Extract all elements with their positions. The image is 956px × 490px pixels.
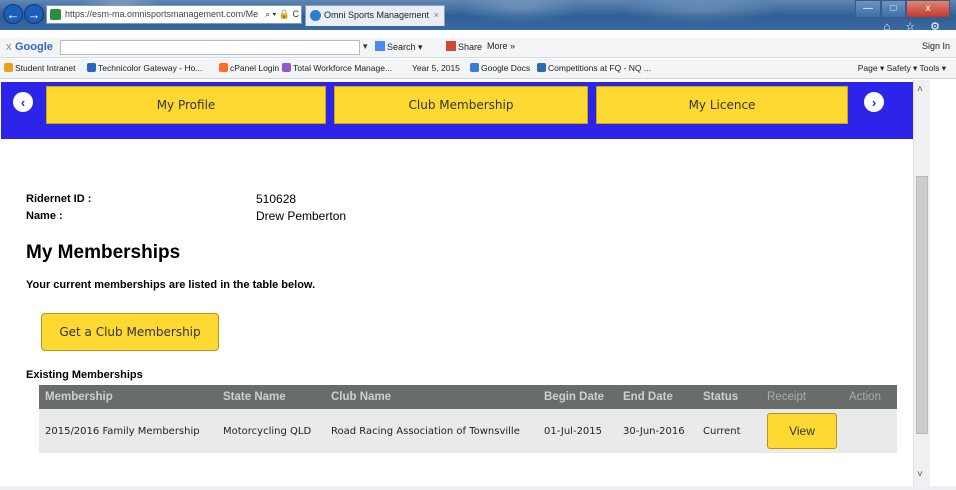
address-controls[interactable]: ⌕ ▾ 🔒 C bbox=[265, 6, 299, 23]
cpanel-icon bbox=[219, 63, 228, 72]
ridernet-id-label: Ridernet ID : bbox=[26, 193, 92, 205]
favorites-star-icon bbox=[4, 63, 13, 72]
col-action: Action bbox=[843, 385, 897, 409]
name-label: Name : bbox=[26, 210, 63, 222]
favorite-cpanel[interactable]: cPanel Login bbox=[219, 63, 279, 73]
chevron-right-icon[interactable]: › bbox=[864, 92, 884, 112]
favorites-bar: Student Intranet Technicolor Gateway - H… bbox=[0, 59, 956, 79]
browser-tab[interactable]: Omni Sports Management × bbox=[305, 5, 445, 26]
vertical-scrollbar[interactable]: ˄ ˅ bbox=[913, 80, 930, 486]
competitions-icon bbox=[537, 63, 546, 72]
google-search-button[interactable]: Search ▾ bbox=[375, 41, 423, 53]
ie-tab-icon bbox=[310, 10, 321, 21]
google-toolbar: x Google ▾ Search ▾ Share More » Sign In bbox=[0, 38, 956, 58]
maximize-button[interactable]: □ bbox=[881, 0, 906, 18]
command-bar[interactable]: Page ▾ Safety ▾ Tools ▾ bbox=[858, 63, 946, 74]
table-header-row: Membership State Name Club Name Begin Da… bbox=[39, 385, 897, 409]
favorite-technicolor[interactable]: Technicolor Gateway - Ho... bbox=[87, 63, 202, 73]
nav-my-licence-button[interactable]: My Licence bbox=[596, 86, 848, 124]
workforce-icon bbox=[282, 63, 291, 72]
address-url: https://esm-ma.omnisportsmanagement.com/… bbox=[65, 9, 259, 19]
minimize-button[interactable]: — bbox=[855, 0, 881, 18]
page-title: My Memberships bbox=[26, 242, 181, 263]
google-search-dropdown-icon[interactable]: ▾ bbox=[363, 41, 368, 52]
address-bar[interactable]: https://esm-ma.omnisportsmanagement.com/… bbox=[46, 5, 302, 24]
google-signin-button[interactable]: Sign In bbox=[922, 41, 950, 51]
google-search-icon bbox=[375, 41, 385, 51]
favorite-year5[interactable]: Year 5, 2015 bbox=[412, 63, 460, 73]
google-docs-icon bbox=[470, 63, 479, 72]
back-button[interactable]: ← bbox=[3, 4, 23, 24]
google-logo-text: Google bbox=[15, 41, 53, 53]
cell-end-date: 30-Jun-2016 bbox=[617, 409, 697, 453]
favorite-google-docs[interactable]: Google Docs bbox=[470, 63, 530, 73]
cell-state: Motorcycling QLD bbox=[217, 409, 325, 453]
favorite-label: cPanel Login bbox=[230, 63, 280, 73]
tab-close-icon[interactable]: × bbox=[434, 6, 439, 25]
cell-club: Road Racing Association of Townsville bbox=[325, 409, 538, 453]
bottom-border bbox=[0, 486, 956, 490]
favorite-label: Technicolor Gateway - Ho... bbox=[98, 63, 203, 73]
favorite-label: Student Intranet bbox=[15, 63, 76, 73]
existing-memberships-heading: Existing Memberships bbox=[26, 369, 143, 381]
google-share-label: Share bbox=[458, 42, 483, 52]
browser-titlebar: ← → https://esm-ma.omnisportsmanagement.… bbox=[0, 0, 956, 33]
tab-title: Omni Sports Management bbox=[324, 10, 430, 20]
google-share-button[interactable]: Share bbox=[446, 41, 482, 52]
close-window-button[interactable]: x bbox=[906, 0, 950, 18]
intro-text: Your current memberships are listed in t… bbox=[26, 279, 316, 291]
col-begin-date: Begin Date bbox=[538, 385, 617, 409]
cell-begin-date: 01-Jul-2015 bbox=[538, 409, 617, 453]
home-favorites-settings-icons[interactable]: ⌂ ☆ ⚙ bbox=[884, 20, 946, 33]
name-value: Drew Pemberton bbox=[256, 209, 347, 223]
nav-my-profile-button[interactable]: My Profile bbox=[46, 86, 326, 124]
favorite-student-intranet[interactable]: Student Intranet bbox=[4, 63, 76, 73]
scroll-up-icon[interactable]: ˄ bbox=[917, 84, 923, 95]
google-search-label: Search bbox=[387, 42, 416, 52]
google-search-input[interactable] bbox=[60, 40, 360, 55]
technicolor-icon bbox=[87, 63, 96, 72]
col-state-name: State Name bbox=[217, 385, 325, 409]
share-icon bbox=[446, 41, 456, 51]
get-club-membership-button[interactable]: Get a Club Membership bbox=[41, 313, 219, 351]
col-membership: Membership bbox=[39, 385, 217, 409]
favorite-label: Competitions at FQ - NQ ... bbox=[548, 63, 651, 73]
favorite-competitions[interactable]: Competitions at FQ - NQ ... bbox=[537, 63, 651, 73]
main-content: Ridernet ID : 510628 Name : Drew Pembert… bbox=[1, 139, 913, 488]
favorite-label: Google Docs bbox=[481, 63, 531, 73]
cell-membership: 2015/2016 Family Membership bbox=[39, 409, 217, 453]
favorite-label: Total Workforce Manage... bbox=[293, 63, 393, 73]
cell-status: Current bbox=[697, 409, 761, 453]
col-end-date: End Date bbox=[617, 385, 697, 409]
col-club-name: Club Name bbox=[325, 385, 538, 409]
favorite-label: Year 5, 2015 bbox=[412, 63, 460, 73]
top-nav-band: ‹ My Profile Club Membership My Licence … bbox=[1, 82, 913, 139]
cell-action bbox=[843, 409, 897, 453]
scroll-down-icon[interactable]: ˅ bbox=[917, 469, 923, 480]
google-more-button[interactable]: More » bbox=[487, 41, 515, 51]
favorite-total-workforce[interactable]: Total Workforce Manage... bbox=[282, 63, 392, 73]
nav-club-membership-button[interactable]: Club Membership bbox=[334, 86, 588, 124]
ridernet-id-value: 510628 bbox=[256, 192, 297, 206]
col-status: Status bbox=[697, 385, 761, 409]
cell-receipt: View bbox=[761, 409, 843, 453]
window-controls: — □ x bbox=[855, 0, 950, 18]
view-receipt-button[interactable]: View bbox=[767, 413, 837, 449]
col-receipt: Receipt bbox=[761, 385, 843, 409]
google-logo: Google bbox=[15, 41, 53, 53]
web-page: ‹ My Profile Club Membership My Licence … bbox=[1, 82, 913, 488]
scrollbar-thumb[interactable] bbox=[916, 176, 928, 434]
table-row: 2015/2016 Family Membership Motorcycling… bbox=[39, 409, 897, 453]
google-toolbar-close-icon[interactable]: x bbox=[6, 41, 12, 53]
site-favicon-icon bbox=[50, 9, 61, 20]
memberships-table: Membership State Name Club Name Begin Da… bbox=[39, 385, 897, 453]
chevron-left-icon[interactable]: ‹ bbox=[13, 92, 33, 112]
forward-button[interactable]: → bbox=[24, 4, 44, 24]
